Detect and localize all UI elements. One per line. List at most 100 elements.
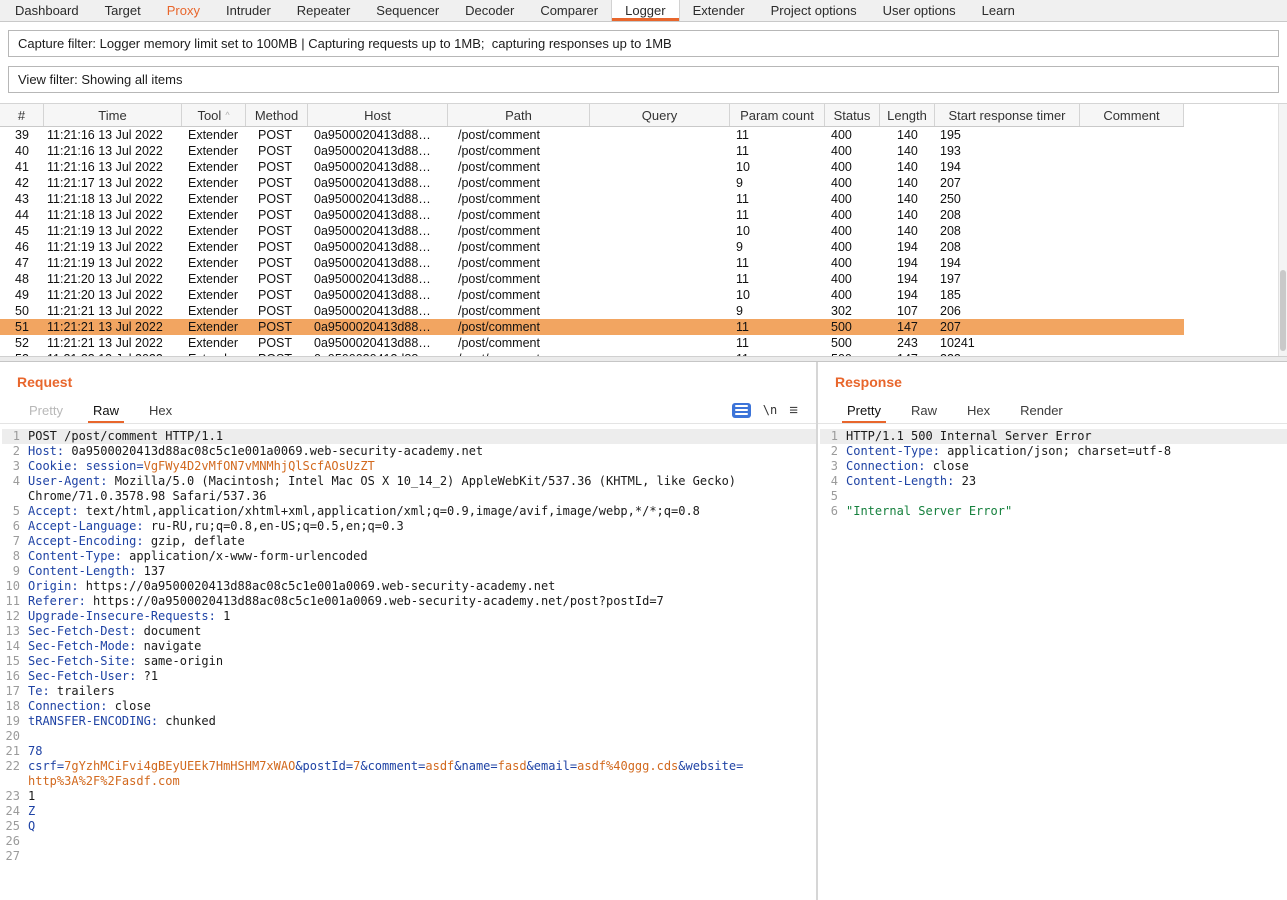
code-line[interactable]: 2Host: 0a9500020413d88ac08c5c1e001a0069.…: [2, 444, 816, 459]
code-line[interactable]: 9Content-Length: 137: [2, 564, 816, 579]
table-row[interactable]: 5211:21:21 13 Jul 2022ExtenderPOST0a9500…: [0, 335, 1184, 351]
scrollbar-thumb[interactable]: [1280, 270, 1286, 351]
code-line[interactable]: 6"Internal Server Error": [820, 504, 1287, 519]
code-line[interactable]: 231: [2, 789, 816, 804]
request-editor[interactable]: 1POST /post/comment HTTP/1.12Host: 0a950…: [0, 424, 816, 899]
cell-host: 0a9500020413d88…: [308, 207, 448, 223]
column-header-comment[interactable]: Comment: [1080, 104, 1184, 126]
capture-filter-bar[interactable]: Capture filter: Logger memory limit set …: [8, 30, 1279, 57]
cell-path: /post/comment: [448, 143, 590, 159]
tab-proxy[interactable]: Proxy: [154, 0, 213, 21]
column-header-path[interactable]: Path: [448, 104, 590, 126]
pretty-print-toggle-icon[interactable]: [732, 403, 751, 418]
table-row[interactable]: 4911:21:20 13 Jul 2022ExtenderPOST0a9500…: [0, 287, 1184, 303]
code-line[interactable]: 2178: [2, 744, 816, 759]
response-editor[interactable]: 1HTTP/1.1 500 Internal Server Error2Cont…: [818, 424, 1287, 899]
code-line[interactable]: 6Accept-Language: ru-RU,ru;q=0.8,en-US;q…: [2, 519, 816, 534]
cell-param_count: 11: [730, 335, 825, 351]
code-line[interactable]: 3Cookie: session=VgFWy4D2vMfON7vMNMhjQlS…: [2, 459, 816, 474]
editor-menu-icon[interactable]: ≡: [789, 402, 798, 419]
table-row[interactable]: 4011:21:16 13 Jul 2022ExtenderPOST0a9500…: [0, 143, 1184, 159]
code-line[interactable]: 4Content-Length: 23: [820, 474, 1287, 489]
table-row[interactable]: 4111:21:16 13 Jul 2022ExtenderPOST0a9500…: [0, 159, 1184, 175]
table-row[interactable]: 4211:21:17 13 Jul 2022ExtenderPOST0a9500…: [0, 175, 1184, 191]
table-row[interactable]: 5111:21:21 13 Jul 2022ExtenderPOST0a9500…: [0, 319, 1184, 335]
tab-target[interactable]: Target: [92, 0, 154, 21]
table-row[interactable]: 4811:21:20 13 Jul 2022ExtenderPOST0a9500…: [0, 271, 1184, 287]
code-line[interactable]: 13Sec-Fetch-Dest: document: [2, 624, 816, 639]
column-header-timer[interactable]: Start response timer: [935, 104, 1080, 126]
table-row[interactable]: 3911:21:16 13 Jul 2022ExtenderPOST0a9500…: [0, 127, 1184, 143]
column-header-time[interactable]: Time: [44, 104, 182, 126]
cell-status: 400: [825, 191, 880, 207]
tab-intruder[interactable]: Intruder: [213, 0, 284, 21]
code-line[interactable]: 3Connection: close: [820, 459, 1287, 474]
code-line[interactable]: 12Upgrade-Insecure-Requests: 1: [2, 609, 816, 624]
tab-hex[interactable]: Hex: [134, 397, 187, 423]
cell-method: POST: [246, 191, 308, 207]
code-line[interactable]: 24Z: [2, 804, 816, 819]
tab-decoder[interactable]: Decoder: [452, 0, 527, 21]
code-line[interactable]: 2Content-Type: application/json; charset…: [820, 444, 1287, 459]
column-header-label: Comment: [1103, 108, 1159, 123]
code-line[interactable]: 1HTTP/1.1 500 Internal Server Error: [820, 429, 1287, 444]
tab-hex[interactable]: Hex: [952, 397, 1005, 423]
tab-render[interactable]: Render: [1005, 397, 1078, 423]
column-header-param_count[interactable]: Param count: [730, 104, 825, 126]
code-line[interactable]: 17Te: trailers: [2, 684, 816, 699]
code-line[interactable]: 8Content-Type: application/x-www-form-ur…: [2, 549, 816, 564]
code-line[interactable]: 1POST /post/comment HTTP/1.1: [2, 429, 816, 444]
table-row[interactable]: 5311:21:22 13 Jul 2022ExtenderPOST0a9500…: [0, 351, 1184, 356]
tab-logger[interactable]: Logger: [611, 0, 679, 21]
view-filter-bar[interactable]: View filter: Showing all items: [8, 66, 1279, 93]
code-line[interactable]: 16Sec-Fetch-User: ?1: [2, 669, 816, 684]
tab-dashboard[interactable]: Dashboard: [2, 0, 92, 21]
table-row[interactable]: 4611:21:19 13 Jul 2022ExtenderPOST0a9500…: [0, 239, 1184, 255]
code-line[interactable]: 4User-Agent: Mozilla/5.0 (Macintosh; Int…: [2, 474, 816, 504]
tab-pretty[interactable]: Pretty: [14, 397, 78, 423]
table-row[interactable]: 5011:21:21 13 Jul 2022ExtenderPOST0a9500…: [0, 303, 1184, 319]
tab-repeater[interactable]: Repeater: [284, 0, 363, 21]
tab-raw[interactable]: Raw: [896, 397, 952, 423]
tab-pretty[interactable]: Pretty: [832, 397, 896, 423]
code-line[interactable]: 27: [2, 849, 816, 864]
column-header-host[interactable]: Host: [308, 104, 448, 126]
cell-param_count: 9: [730, 239, 825, 255]
code-line[interactable]: 26: [2, 834, 816, 849]
column-header-id[interactable]: #: [0, 104, 44, 126]
tab-sequencer[interactable]: Sequencer: [363, 0, 452, 21]
column-header-length[interactable]: Length: [880, 104, 935, 126]
tab-comparer[interactable]: Comparer: [527, 0, 611, 21]
code-line[interactable]: 19tRANSFER-ENCODING: chunked: [2, 714, 816, 729]
table-row[interactable]: 4311:21:18 13 Jul 2022ExtenderPOST0a9500…: [0, 191, 1184, 207]
line-number: 13: [2, 624, 28, 639]
code-line[interactable]: 25Q: [2, 819, 816, 834]
newline-toggle-icon[interactable]: \n: [763, 403, 777, 417]
tab-extender[interactable]: Extender: [680, 0, 758, 21]
code-line[interactable]: 20: [2, 729, 816, 744]
column-header-tool[interactable]: Tool^: [182, 104, 246, 126]
code-line[interactable]: 22csrf=7gYzhMCiFvi4gBEyUEEk7HmHSHM7xWAO&…: [2, 759, 816, 789]
code-segment: User-Agent:: [28, 474, 107, 488]
column-header-status[interactable]: Status: [825, 104, 880, 126]
table-row[interactable]: 4511:21:19 13 Jul 2022ExtenderPOST0a9500…: [0, 223, 1184, 239]
column-header-query[interactable]: Query: [590, 104, 730, 126]
tab-project-options[interactable]: Project options: [758, 0, 870, 21]
code-line[interactable]: 7Accept-Encoding: gzip, deflate: [2, 534, 816, 549]
column-header-method[interactable]: Method: [246, 104, 308, 126]
code-line[interactable]: 5: [820, 489, 1287, 504]
tab-raw[interactable]: Raw: [78, 397, 134, 423]
tab-user-options[interactable]: User options: [870, 0, 969, 21]
cell-id: 47: [0, 255, 44, 271]
code-line[interactable]: 5Accept: text/html,application/xhtml+xml…: [2, 504, 816, 519]
table-vertical-scrollbar[interactable]: [1278, 104, 1287, 356]
code-line[interactable]: 11Referer: https://0a9500020413d88ac08c5…: [2, 594, 816, 609]
tab-learn[interactable]: Learn: [969, 0, 1028, 21]
code-line[interactable]: 15Sec-Fetch-Site: same-origin: [2, 654, 816, 669]
code-line[interactable]: 10Origin: https://0a9500020413d88ac08c5c…: [2, 579, 816, 594]
table-row[interactable]: 4411:21:18 13 Jul 2022ExtenderPOST0a9500…: [0, 207, 1184, 223]
table-row[interactable]: 4711:21:19 13 Jul 2022ExtenderPOST0a9500…: [0, 255, 1184, 271]
request-title: Request: [17, 374, 816, 390]
code-line[interactable]: 18Connection: close: [2, 699, 816, 714]
code-line[interactable]: 14Sec-Fetch-Mode: navigate: [2, 639, 816, 654]
